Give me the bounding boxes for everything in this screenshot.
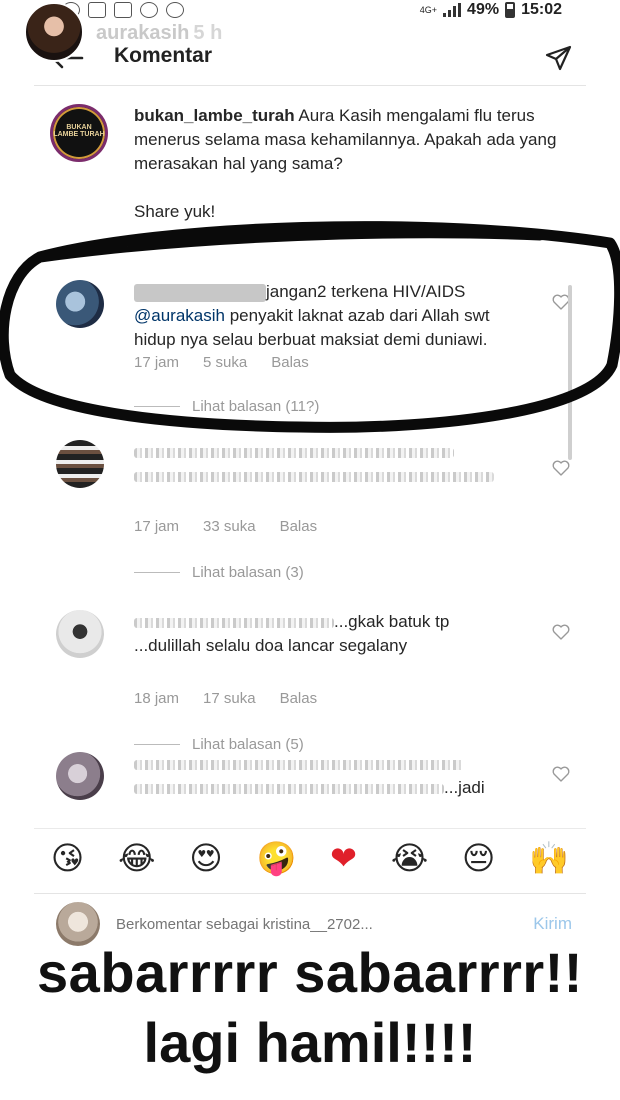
- reply-button[interactable]: Balas: [271, 354, 309, 371]
- view-replies[interactable]: Lihat balasan (3): [134, 564, 304, 581]
- raised-hands-emoji-icon[interactable]: 🙌: [529, 842, 569, 874]
- laughing-emoji-icon[interactable]: 😂: [118, 842, 155, 874]
- like-heart-icon[interactable]: [552, 460, 570, 476]
- clock: 15:02: [521, 1, 562, 18]
- zany-face-emoji-icon[interactable]: 🤪: [257, 842, 297, 874]
- commenter-avatar[interactable]: [56, 440, 104, 488]
- pensive-emoji-icon[interactable]: 😔: [462, 842, 495, 874]
- comment-text-line1: ...jadi: [444, 778, 485, 797]
- like-heart-icon[interactable]: [552, 766, 570, 782]
- notification-icons: [62, 2, 184, 18]
- comment-meta: 17 jam 5 suka Balas: [134, 354, 309, 371]
- reply-button[interactable]: Balas: [280, 518, 318, 535]
- replies-divider: [134, 744, 180, 745]
- comment-input[interactable]: [116, 916, 446, 933]
- view-replies[interactable]: Lihat balasan (11?): [134, 398, 319, 415]
- red-heart-emoji-icon[interactable]: ❤: [330, 842, 357, 874]
- redacted-text: [134, 447, 454, 458]
- image-notification-icon: [88, 2, 106, 18]
- replies-divider: [134, 406, 180, 407]
- redacted-text: [134, 617, 334, 628]
- comment-item: jangan2 terkena HIV/AIDS @aurakasih peny…: [50, 280, 570, 420]
- network-indicator: 4G+: [419, 5, 438, 15]
- sync-icon: [140, 2, 158, 18]
- comment-text-line2: ...dulillah selalu doa lancar segalany: [134, 636, 408, 655]
- comment-item: 17 jam 33 suka Balas Lihat balasan (3): [50, 440, 570, 581]
- battery-percent: 49%: [467, 1, 500, 18]
- story-user-avatar[interactable]: [24, 2, 84, 62]
- commenter-avatar[interactable]: [56, 610, 104, 658]
- redacted-username: [134, 283, 266, 302]
- reply-button[interactable]: Balas: [280, 690, 318, 707]
- status-right: 4G+ 49% 15:02: [420, 1, 562, 19]
- view-replies[interactable]: Lihat balasan (5): [134, 736, 304, 753]
- redacted-text: [134, 471, 494, 482]
- caption-username[interactable]: bukan_lambe_turah: [134, 106, 295, 125]
- emoji-bar: 😘 😂 😍 🤪 ❤ 😭 😔 🙌: [34, 828, 586, 886]
- like-heart-icon[interactable]: [552, 624, 570, 640]
- comment-meta: 18 jam 17 suka Balas: [134, 690, 317, 707]
- story-overlay-text-line1: sabarrrrr sabaarrrr!!: [37, 941, 583, 1004]
- caption-body: bukan_lambe_turah Aura Kasih mengalami f…: [134, 104, 564, 224]
- direct-send-icon[interactable]: [544, 44, 572, 72]
- comment-time: 17 jam: [134, 354, 180, 371]
- comment-likes[interactable]: 33 suka: [203, 518, 256, 535]
- status-bar: 4G+ 49% 15:02: [0, 0, 620, 24]
- battery-icon: [505, 2, 516, 18]
- comment-meta: 17 jam 33 suka Balas: [134, 518, 317, 535]
- comment-likes[interactable]: 5 suka: [203, 354, 247, 371]
- comment-text-line1: jangan2 terkena HIV/AIDS: [266, 282, 466, 301]
- commenter-avatar[interactable]: [56, 752, 104, 800]
- replies-divider: [134, 572, 180, 573]
- comment-time: 17 jam: [134, 518, 180, 535]
- scrollbar[interactable]: [568, 285, 572, 460]
- comment-text: ...gkak batuk tp ...dulillah selalu doa …: [134, 610, 534, 658]
- comment-text: [134, 440, 534, 488]
- story-header: aurakasih 5 h: [96, 22, 222, 45]
- story-overlay-text-line2: lagi hamil!!!!: [143, 1011, 477, 1074]
- view-replies-label[interactable]: Lihat balasan (3): [192, 564, 304, 581]
- caption-share-text: Share yuk!: [134, 202, 216, 221]
- caption-avatar-logo: BUKAN LAMBE TURAH: [53, 124, 105, 138]
- story-time: 5 h: [193, 22, 223, 44]
- comment-text: jangan2 terkena HIV/AIDS @aurakasih peny…: [134, 280, 534, 352]
- signal-bars-icon: [443, 3, 462, 17]
- crying-emoji-icon[interactable]: 😭: [391, 842, 428, 874]
- comment-mention[interactable]: @aurakasih: [134, 306, 225, 325]
- comment-text: ...jadi: [134, 752, 534, 800]
- gallery-notification-icon: [114, 2, 132, 18]
- kiss-emoji-icon[interactable]: 😘: [51, 842, 84, 874]
- comment-item: ...jadi: [50, 752, 570, 828]
- send-comment-button[interactable]: Kirim: [533, 914, 572, 934]
- heart-eyes-emoji-icon[interactable]: 😍: [189, 842, 222, 874]
- page-title: Komentar: [114, 44, 213, 67]
- redacted-text: [134, 783, 444, 794]
- view-replies-label[interactable]: Lihat balasan (11?): [192, 398, 319, 415]
- commenter-avatar[interactable]: [56, 280, 104, 328]
- comments-panel: Komentar BUKAN LAMBE TURAH bukan_lambe_t…: [34, 30, 586, 890]
- alarm-icon: [166, 2, 184, 18]
- comment-text-line1: ...gkak batuk tp: [334, 612, 450, 631]
- view-replies-label[interactable]: Lihat balasan (5): [192, 736, 304, 753]
- comment-likes[interactable]: 17 suka: [203, 690, 256, 707]
- comment-item: ...gkak batuk tp ...dulillah selalu doa …: [50, 610, 570, 753]
- comment-time: 18 jam: [134, 690, 180, 707]
- caption-avatar[interactable]: BUKAN LAMBE TURAH: [50, 104, 108, 162]
- redacted-text: [134, 759, 464, 770]
- story-username[interactable]: aurakasih: [96, 22, 189, 44]
